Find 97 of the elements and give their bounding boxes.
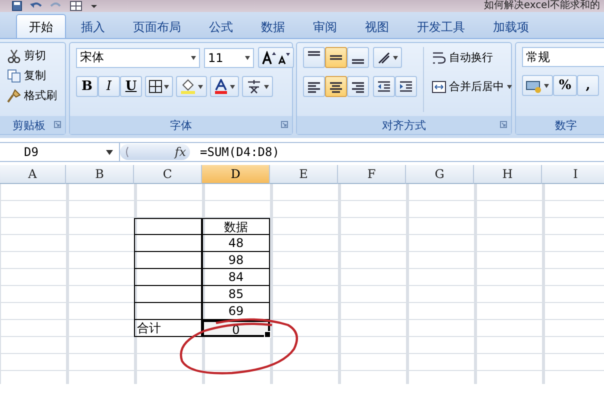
table-cell[interactable]: 数据	[202, 218, 270, 235]
horizontal-align-icon	[307, 80, 321, 92]
caret-icon	[393, 56, 398, 60]
vertical-align-icon	[308, 51, 320, 56]
caret-icon	[264, 84, 269, 88]
clipboard-button[interactable]: 剪切	[5, 47, 59, 64]
save-icon	[12, 1, 22, 11]
grow-font-button[interactable]	[258, 47, 294, 68]
empty-cell	[134, 218, 202, 235]
outdent-icon	[377, 80, 391, 94]
horizontal-align-icon	[329, 80, 343, 92]
phonetic-button[interactable]	[242, 76, 273, 97]
orientation-button[interactable]	[373, 47, 402, 68]
scissors-icon	[7, 48, 21, 62]
column-header[interactable]: G	[406, 165, 474, 184]
empty-cell	[134, 252, 202, 269]
ribbon-tab[interactable]: 公式	[196, 14, 246, 38]
phonetic-icon	[246, 79, 262, 94]
font-color-icon	[214, 79, 228, 94]
font-color-button[interactable]	[210, 76, 239, 97]
group-label: 对齐方式	[382, 118, 426, 132]
underline-button[interactable]: U	[120, 76, 142, 97]
dropdown-icon	[106, 150, 113, 154]
formula-input[interactable]: =SUM(D4:D8)	[190, 145, 280, 159]
comma-button[interactable]: ,	[577, 75, 599, 96]
paint-bucket-icon	[180, 79, 196, 94]
column-header[interactable]: B	[66, 165, 134, 184]
align-button[interactable]	[325, 47, 347, 68]
caret-icon	[544, 84, 549, 88]
ribbon-tab[interactable]: 加载项	[480, 14, 542, 38]
borders-button[interactable]	[145, 76, 173, 97]
column-header[interactable]: E	[270, 165, 338, 184]
table-cell[interactable]: 85	[202, 286, 270, 303]
window-title: 如何解决excel不能求和的	[484, 0, 600, 12]
indent-icon	[399, 80, 413, 94]
clipboard-button[interactable]: 复制	[5, 67, 59, 84]
italic-button[interactable]: I	[98, 76, 120, 97]
caret-icon	[198, 84, 203, 88]
align-button[interactable]	[347, 76, 369, 97]
column-header[interactable]: D	[202, 165, 270, 184]
table-cell[interactable]: 84	[202, 269, 270, 286]
empty-cell	[134, 303, 202, 320]
merge-center-button[interactable]: 合并后居中	[430, 76, 514, 97]
percent-button[interactable]: %	[553, 75, 577, 96]
column-header[interactable]: H	[474, 165, 542, 184]
merge-cells-icon	[432, 80, 446, 94]
money-icon	[526, 78, 542, 92]
caret-icon	[230, 84, 235, 88]
currency-button[interactable]	[522, 75, 553, 96]
group-label: 数字	[555, 118, 577, 132]
column-header[interactable]: C	[134, 165, 202, 184]
empty-cell	[134, 286, 202, 303]
align-button[interactable]	[347, 47, 369, 68]
number-format-dropdown[interactable]: 常规	[522, 47, 604, 67]
group-label: 字体	[170, 118, 192, 132]
ribbon-tab[interactable]: 数据	[248, 14, 298, 38]
caret-icon	[164, 84, 169, 88]
vertical-align-icon	[352, 59, 364, 64]
copy-icon	[7, 68, 21, 82]
fill-color-button[interactable]	[176, 76, 207, 97]
font-name-dropdown[interactable]: 宋体	[76, 48, 200, 68]
table-icon	[70, 1, 82, 11]
column-header[interactable]: A	[0, 165, 66, 184]
align-button[interactable]	[325, 76, 347, 97]
caret-icon	[191, 56, 196, 60]
font-size-dropdown[interactable]: 11	[204, 48, 254, 68]
grid-icon	[149, 80, 162, 93]
ribbon-tab[interactable]: 开始	[16, 14, 66, 38]
clipboard-button[interactable]: 格式刷	[5, 87, 59, 104]
name-box[interactable]: D9	[0, 143, 120, 161]
align-button[interactable]	[303, 76, 325, 97]
group-label: 剪贴板	[12, 118, 46, 132]
insert-function-button[interactable]: fx	[174, 145, 186, 159]
horizontal-align-icon	[351, 80, 365, 92]
wrap-text-icon	[432, 50, 446, 64]
grow-font-icon	[262, 50, 290, 64]
decrease-indent-button[interactable]	[373, 76, 395, 97]
ribbon-tab[interactable]: 视图	[352, 14, 402, 38]
wrap-text-button[interactable]: 自动换行	[430, 47, 514, 68]
column-header[interactable]: F	[338, 165, 406, 184]
table-cell[interactable]: 48	[202, 235, 270, 252]
empty-cell	[134, 269, 202, 286]
ribbon-tab[interactable]: 审阅	[300, 14, 350, 38]
column-header[interactable]: I	[542, 165, 604, 184]
vertical-align-icon	[330, 55, 342, 60]
caret-icon	[507, 84, 512, 88]
ribbon-tab[interactable]: 开发工具	[404, 14, 478, 38]
empty-cell	[134, 235, 202, 252]
brush-icon	[7, 88, 21, 102]
increase-indent-button[interactable]	[395, 76, 417, 97]
caret-icon	[245, 56, 250, 60]
ribbon-tab[interactable]: 页面布局	[120, 14, 194, 38]
ribbon-tab[interactable]: 插入	[68, 14, 118, 38]
diagonal-text-icon	[377, 50, 391, 64]
table-cell[interactable]: 98	[202, 252, 270, 269]
align-button[interactable]	[303, 47, 325, 68]
bold-button[interactable]: B	[76, 76, 98, 97]
